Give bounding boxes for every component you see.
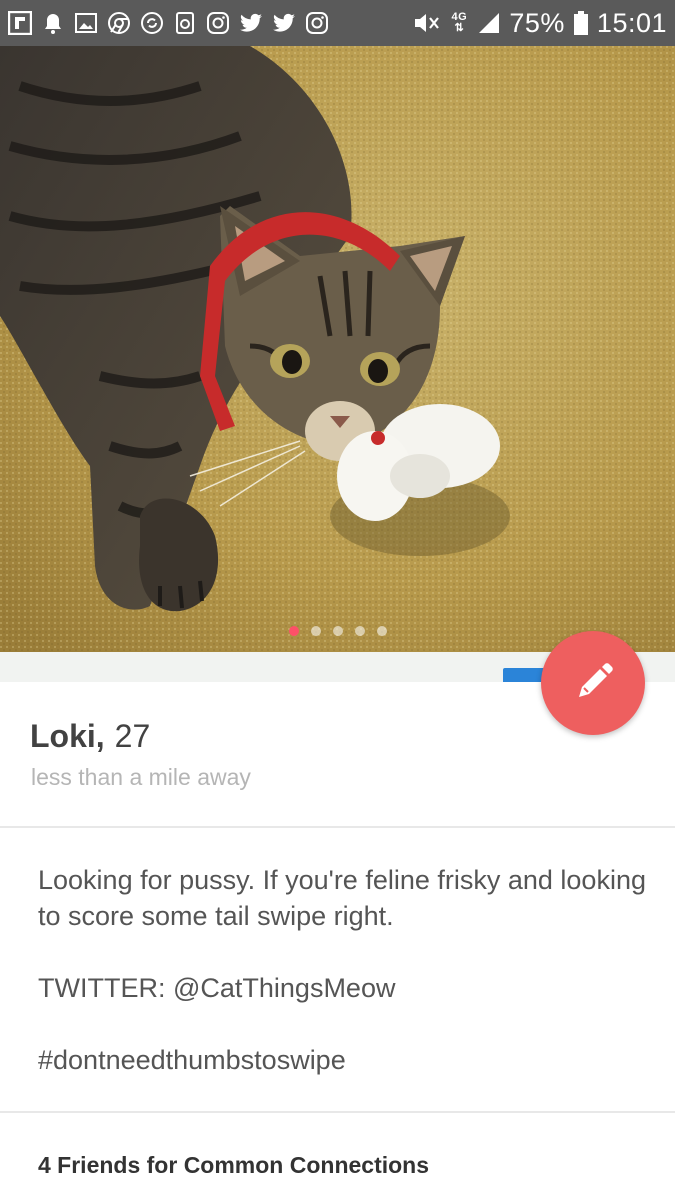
chrome-icon	[107, 10, 131, 36]
sync-icon	[140, 10, 164, 36]
name-age-separator: ,	[95, 718, 105, 754]
instagram-icon	[305, 10, 329, 36]
twitter-icon	[239, 10, 263, 36]
common-connections-heading: 4 Friends for Common Connections	[38, 1152, 430, 1178]
notification-icon	[41, 10, 65, 36]
system-indicators: 4G ⇅ 75% 15:01	[411, 8, 667, 39]
battery-icon	[573, 10, 589, 36]
pager-dot[interactable]	[332, 626, 343, 636]
pager-dot[interactable]	[354, 626, 365, 636]
pager-dot-active[interactable]	[288, 626, 299, 636]
clock: 15:01	[596, 7, 667, 38]
edit-profile-button[interactable]	[541, 631, 645, 735]
recycle-icon	[173, 10, 197, 36]
profile-name-row: Loki , 27	[30, 718, 150, 755]
bio-twitter: TWITTER: @CatThingsMeow	[38, 973, 396, 1003]
gallery-icon	[74, 10, 98, 36]
profile-bio: Looking for pussy. If you're feline fris…	[38, 862, 648, 1114]
network-arrows: ⇅	[454, 22, 465, 34]
battery-percent: 75%	[509, 7, 565, 38]
bio-hashtag: #dontneedthumbstoswipe	[38, 1045, 346, 1075]
twitter-icon	[272, 10, 296, 36]
signal-icon	[477, 10, 501, 36]
mute-icon	[411, 10, 441, 36]
pager-dot[interactable]	[376, 626, 387, 636]
pencil-icon	[579, 663, 613, 697]
pager-dot[interactable]	[310, 626, 321, 636]
cat-photo	[0, 46, 675, 652]
profile-distance: less than a mile away	[31, 764, 251, 790]
flipboard-icon	[8, 10, 32, 36]
network-4g-icon: 4G ⇅	[451, 11, 468, 34]
notification-icons	[8, 10, 329, 36]
profile-age: 27	[114, 718, 151, 754]
bio-text: Looking for pussy. If you're feline fris…	[38, 865, 646, 931]
instagram-icon	[206, 10, 230, 36]
section-divider	[0, 826, 675, 828]
status-bar: 4G ⇅ 75% 15:01	[0, 0, 675, 46]
profile-photo[interactable]	[0, 46, 675, 652]
profile-name: Loki	[30, 718, 96, 754]
section-divider	[0, 1111, 675, 1113]
